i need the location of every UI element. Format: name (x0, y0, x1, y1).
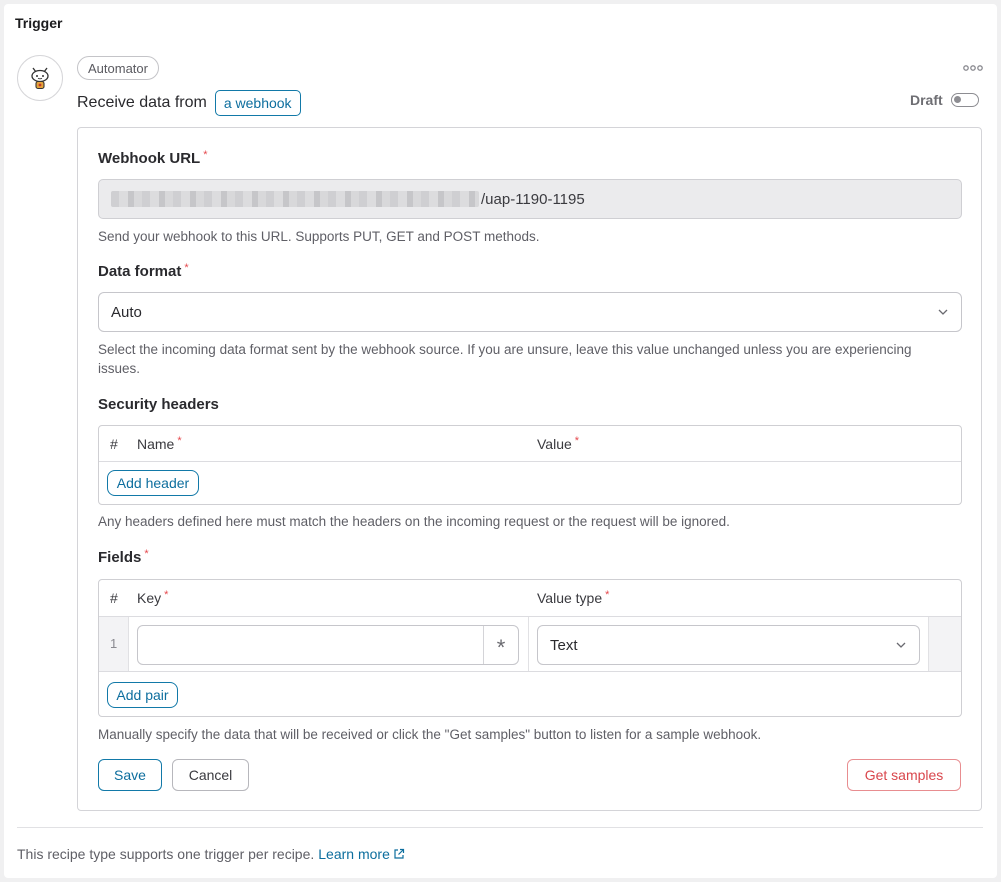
draft-toggle[interactable] (950, 93, 979, 107)
trigger-panel: Trigger Automator Receive data from a we… (4, 4, 997, 878)
value-type-value: Text (550, 636, 578, 654)
required-mark: * (164, 589, 169, 601)
footer-text: This recipe type supports one trigger pe… (17, 846, 315, 862)
footer-divider (17, 827, 983, 828)
app-name-pill: Automator (77, 56, 159, 80)
learn-more-link[interactable]: Learn more (318, 846, 405, 862)
add-header-button[interactable]: Add header (107, 470, 199, 496)
section-title: Trigger (15, 15, 63, 31)
cancel-button[interactable]: Cancel (172, 759, 249, 791)
security-headers-label: Security headers (98, 396, 219, 413)
header-value-column-text: Value (537, 436, 572, 452)
fields-table: # Key * Value type * 1 * Text Add pair (98, 579, 962, 717)
column-divider (528, 617, 529, 671)
data-format-help: Select the incoming data format sent by … (98, 342, 912, 376)
asterisk-icon: * (496, 635, 506, 660)
row-index-cell: 1 (99, 617, 129, 671)
formula-mode-button[interactable]: * (483, 626, 518, 664)
draft-label: Draft (910, 92, 943, 108)
fields-value-type-column-text: Value type (537, 590, 603, 606)
table-divider (99, 461, 961, 462)
app-avatar (17, 55, 63, 101)
fields-index-column: # (110, 590, 118, 606)
header-index-column: # (110, 436, 118, 452)
required-mark: * (203, 149, 208, 161)
security-headers-table: # Name * Value * Add header (98, 425, 962, 505)
value-type-select[interactable]: Text (537, 625, 920, 665)
key-input[interactable] (138, 626, 483, 664)
required-mark: * (177, 435, 182, 447)
get-samples-button[interactable]: Get samples (847, 759, 961, 791)
robot-icon (31, 67, 49, 90)
header-name-column: Name * (137, 435, 182, 452)
add-pair-button[interactable]: Add pair (107, 682, 178, 708)
fields-label-text: Fields (98, 549, 142, 566)
header-value-column: Value * (537, 435, 580, 452)
footer: This recipe type supports one trigger pe… (17, 846, 405, 862)
table-row: 1 * Text (99, 616, 961, 672)
webhook-url-label-text: Webhook URL (98, 150, 201, 167)
required-mark: * (184, 262, 189, 274)
receive-prefix: Receive data from (77, 94, 207, 111)
security-headers-help: Any headers defined here must match the … (98, 514, 730, 529)
data-format-select[interactable]: Auto (98, 292, 962, 332)
key-input-group: * (137, 625, 519, 665)
data-format-label-text: Data format (98, 263, 182, 280)
chevron-down-icon (896, 642, 906, 648)
learn-more-text: Learn more (318, 846, 390, 862)
fields-value-type-column: Value type * (537, 589, 610, 606)
webhook-url-help: Send your webhook to this URL. Supports … (98, 229, 540, 244)
fields-label: Fields * (98, 548, 149, 566)
draft-status: Draft (910, 90, 979, 110)
fields-key-column: Key * (137, 589, 169, 606)
webhook-url-field[interactable]: /uap-1190-1195 (98, 179, 962, 219)
webhook-url-suffix: /uap-1190-1195 (481, 190, 585, 208)
webhook-source-button[interactable]: a webhook (214, 90, 301, 116)
chevron-down-icon (938, 309, 948, 315)
row-index: 1 (110, 636, 118, 651)
required-mark: * (574, 435, 580, 447)
webhook-config-card: Webhook URL * /uap-1190-1195 Send your we… (77, 127, 982, 811)
external-link-icon (394, 848, 404, 859)
webhook-url-label: Webhook URL * (98, 149, 208, 167)
toggle-knob (953, 96, 961, 103)
header-name-column-text: Name (137, 436, 175, 452)
fields-key-column-text: Key (137, 590, 162, 606)
data-format-value: Auto (111, 303, 142, 321)
more-options-icon[interactable] (962, 63, 984, 73)
trigger-summary: Receive data from a webhook (77, 90, 301, 116)
required-mark: * (144, 548, 149, 560)
redacted-url-prefix (111, 191, 479, 207)
save-button[interactable]: Save (98, 759, 162, 791)
data-format-label: Data format * (98, 262, 189, 280)
fields-help: Manually specify the data that will be r… (98, 727, 762, 742)
row-actions-cell (928, 617, 961, 671)
required-mark: * (605, 589, 610, 601)
